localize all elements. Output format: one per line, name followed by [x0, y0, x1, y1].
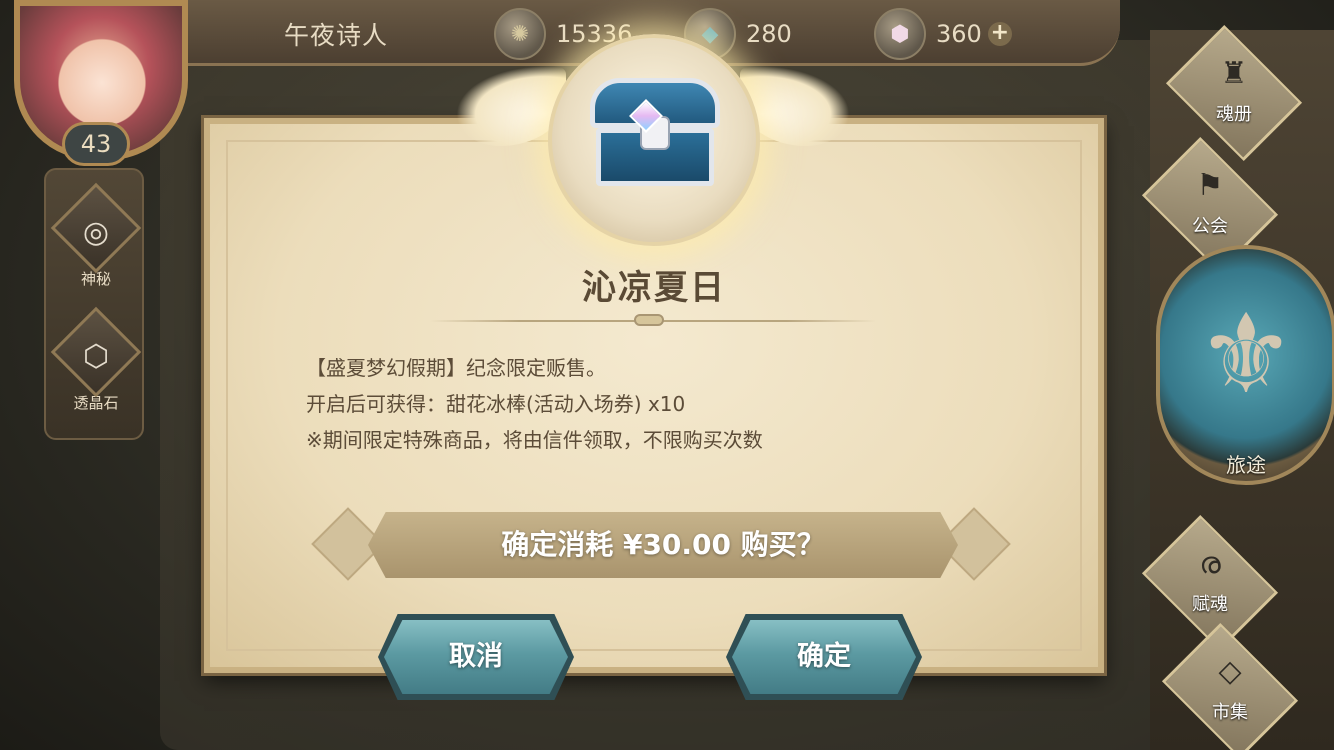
dialog-title: 沁凉夏日: [582, 268, 726, 308]
description-line: 开启后可获得：甜花冰棒(活动入场券) x10: [306, 392, 686, 416]
swirl-icon: ◎: [82, 214, 110, 250]
menu-soul-book-label: 魂册: [1216, 104, 1252, 125]
currency-gem: ⬢ 360 +: [874, 8, 1012, 60]
menu-enchant[interactable]: ര 赋魂: [1140, 514, 1280, 652]
confirm-button[interactable]: 确定: [732, 620, 916, 694]
menu-enchant-label: 赋魂: [1192, 594, 1228, 615]
menu-guild[interactable]: ⚑ 公会: [1140, 136, 1280, 274]
polyhedron-icon: ⬡: [82, 338, 110, 374]
crystal-value: 280: [746, 20, 792, 48]
treasure-chest-icon: [590, 78, 720, 188]
flame-swirl-icon: ര: [1199, 546, 1221, 581]
cancel-button[interactable]: 取消: [384, 620, 568, 694]
banner-flag-icon: ⚑: [1196, 168, 1224, 203]
helmet-icon: ♜: [1220, 56, 1248, 91]
menu-soul-book[interactable]: ♜ 魂册: [1164, 24, 1304, 162]
left-sidebar: ◎ 神秘 ⬡ 透晶石: [44, 168, 144, 440]
menu-market[interactable]: ◇ 市集: [1160, 622, 1300, 750]
trident-emblem-icon: ⚜: [1196, 290, 1296, 418]
journey-label: 旅途: [1226, 453, 1266, 477]
player-name: 午夜诗人: [284, 21, 389, 50]
gem-icon: ⬢: [874, 8, 926, 60]
player-level-badge: 43: [62, 122, 130, 166]
gem-crystal-icon: ◇: [1218, 654, 1242, 689]
add-gem-button[interactable]: +: [987, 22, 1012, 46]
confirm-message: 确定消耗 ¥30.00 购买？: [501, 528, 825, 561]
description-line: ※期间限定特殊商品，将由信件领取，不限购买次数: [306, 428, 763, 452]
menu-mystery[interactable]: ◎ 神秘: [46, 182, 146, 289]
journey-button[interactable]: ⚜ 旅途: [1156, 245, 1334, 485]
menu-market-label: 市集: [1212, 702, 1248, 723]
item-description: 【盛夏梦幻假期】纪念限定贩售。 开启后可获得：甜花冰棒(活动入场券) x10 ※…: [306, 350, 1006, 458]
description-line: 【盛夏梦幻假期】纪念限定贩售。: [306, 356, 606, 380]
menu-guild-label: 公会: [1192, 216, 1228, 237]
gold-coin-icon: ✺: [494, 8, 546, 60]
menu-crystal-stone[interactable]: ⬡ 透晶石: [46, 306, 146, 413]
avatar-portrait: [54, 30, 150, 126]
gem-value: 360: [936, 20, 982, 48]
